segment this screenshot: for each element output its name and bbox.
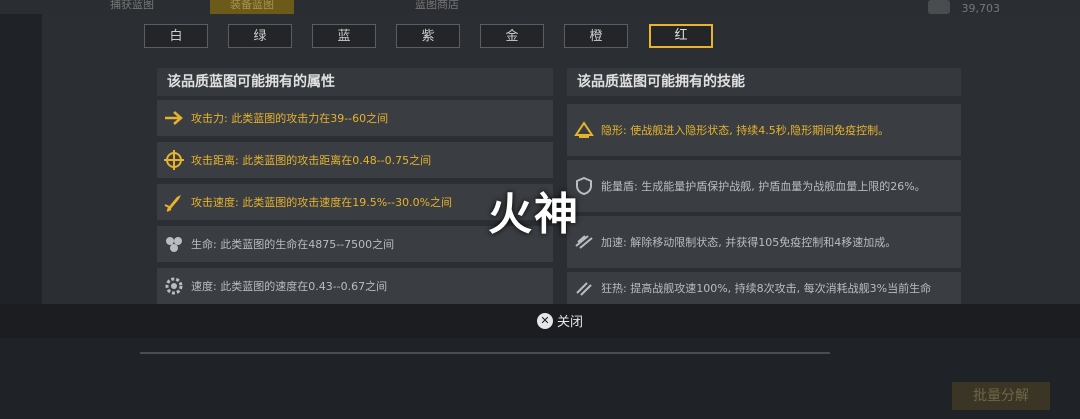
- skills-heading: 该品质蓝图可能拥有的技能: [567, 68, 961, 96]
- stealth-icon: [573, 119, 595, 141]
- skill-text: 狂热: 提高战舰攻速100%, 持续8次攻击, 每次消耗战舰3%当前生命: [601, 282, 932, 295]
- arrow-icon: [163, 107, 185, 129]
- close-label: 关闭: [557, 315, 584, 330]
- skill-text: 加速: 解除移动限制状态, 并获得105免疫控制和4移速加成。: [601, 236, 897, 249]
- skill-row-speed-up: 加速: 解除移动限制状态, 并获得105免疫控制和4移速加成。: [567, 216, 961, 268]
- bg-tab-shop[interactable]: 蓝图商店: [415, 0, 459, 14]
- skill-row-shield: 能量盾: 生成能量护盾保护战舰, 护盾血量为战舰血量上限的26%。: [567, 160, 961, 212]
- background-progress-line: [140, 352, 830, 354]
- attribute-text: 速度: 此类蓝图的速度在0.43--0.67之间: [191, 280, 388, 293]
- hexagons-icon: [163, 233, 185, 255]
- tab-orange[interactable]: 橙: [564, 24, 628, 48]
- attribute-text: 攻击距离: 此类蓝图的攻击距离在0.48--0.75之间: [191, 154, 432, 167]
- tab-purple[interactable]: 紫: [396, 24, 460, 48]
- currency-icon: [928, 0, 950, 14]
- close-button[interactable]: ✕ 关闭: [537, 311, 583, 330]
- bulk-dismantle-button[interactable]: 批量分解: [952, 382, 1050, 410]
- attributes-heading: 该品质蓝图可能拥有的属性: [157, 68, 553, 96]
- skill-row-frenzy: 狂热: 提高战舰攻速100%, 持续8次攻击, 每次消耗战舰3%当前生命: [567, 272, 961, 304]
- bg-tab-capture[interactable]: 捕获蓝图: [110, 0, 154, 14]
- skill-row-stealth: 隐形: 使战舰进入隐形状态, 持续4.5秒,隐形期间免疫控制。: [567, 104, 961, 156]
- close-icon: ✕: [537, 312, 553, 329]
- attribute-text: 攻击力: 此类蓝图的攻击力在39--60之间: [191, 112, 389, 125]
- tab-red[interactable]: 红: [649, 24, 713, 48]
- attribute-text: 攻击速度: 此类蓝图的攻击速度在19.5%--30.0%之间: [191, 196, 453, 209]
- crosshair-icon: [163, 149, 185, 171]
- tab-white[interactable]: 白: [144, 24, 208, 48]
- rocket-icon: [163, 191, 185, 213]
- quality-info-panel: 白 绿 蓝 紫 金 橙 红 该品质蓝图可能拥有的属性 攻击力: 此类蓝图的攻击力…: [42, 14, 1080, 304]
- skill-text: 能量盾: 生成能量护盾保护战舰, 护盾血量为战舰血量上限的26%。: [601, 180, 926, 193]
- background-top-bar: [0, 0, 1080, 14]
- tab-gold[interactable]: 金: [480, 24, 544, 48]
- tab-blue[interactable]: 蓝: [312, 24, 376, 48]
- attribute-text: 生命: 此类蓝图的生命在4875--7500之间: [191, 238, 395, 251]
- attribute-row-attack: 攻击力: 此类蓝图的攻击力在39--60之间: [157, 100, 553, 136]
- frenzy-icon: [573, 277, 595, 299]
- blueprint-name-title: 火神: [488, 189, 580, 240]
- tab-green[interactable]: 绿: [228, 24, 292, 48]
- attribute-row-speed: 速度: 此类蓝图的速度在0.43--0.67之间: [157, 268, 553, 304]
- gear-icon: [163, 275, 185, 297]
- skill-text: 隐形: 使战舰进入隐形状态, 持续4.5秒,隐形期间免疫控制。: [601, 124, 890, 137]
- bg-tab-equip[interactable]: 装备蓝图: [210, 0, 294, 14]
- attribute-row-range: 攻击距离: 此类蓝图的攻击距离在0.48--0.75之间: [157, 142, 553, 178]
